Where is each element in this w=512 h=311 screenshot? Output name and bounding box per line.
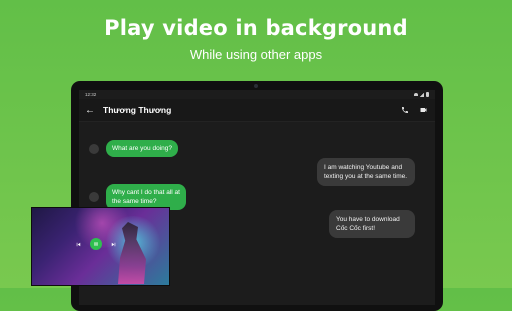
- chat-header: ← Thương Thương: [79, 99, 435, 122]
- avatar: [89, 143, 99, 154]
- next-icon: [111, 242, 116, 246]
- incoming-message[interactable]: What are you doing?: [106, 140, 178, 157]
- previous-icon: [76, 242, 81, 246]
- outgoing-message[interactable]: I am watching Youtube and texting you at…: [317, 158, 415, 186]
- status-icons: [414, 92, 429, 97]
- next-button[interactable]: [110, 241, 117, 248]
- status-bar: 12:32: [79, 90, 435, 99]
- phone-call-button[interactable]: [399, 104, 411, 116]
- phone-icon: [402, 107, 408, 113]
- video-call-button[interactable]: [417, 104, 429, 116]
- pip-controls: [75, 238, 117, 250]
- contact-name: Thương Thương: [103, 105, 172, 115]
- battery-icon: [426, 92, 429, 97]
- status-time: 12:32: [85, 92, 97, 97]
- promo-headline: Play video in background: [104, 16, 408, 40]
- outgoing-message[interactable]: You have to download Cốc Cốc first!: [329, 210, 415, 238]
- pip-video-player[interactable]: [31, 207, 170, 286]
- pause-icon: [94, 242, 98, 246]
- message-row: What are you doing?: [89, 140, 178, 157]
- wifi-icon: [414, 93, 418, 96]
- promo-subheadline: While using other apps: [189, 47, 323, 62]
- avatar: [89, 192, 99, 202]
- back-arrow-icon[interactable]: ←: [85, 105, 99, 116]
- pause-button[interactable]: [90, 238, 102, 250]
- signal-icon: [420, 92, 424, 97]
- camera-dot: [254, 84, 258, 88]
- previous-button[interactable]: [75, 241, 82, 248]
- video-camera-icon: [420, 108, 426, 112]
